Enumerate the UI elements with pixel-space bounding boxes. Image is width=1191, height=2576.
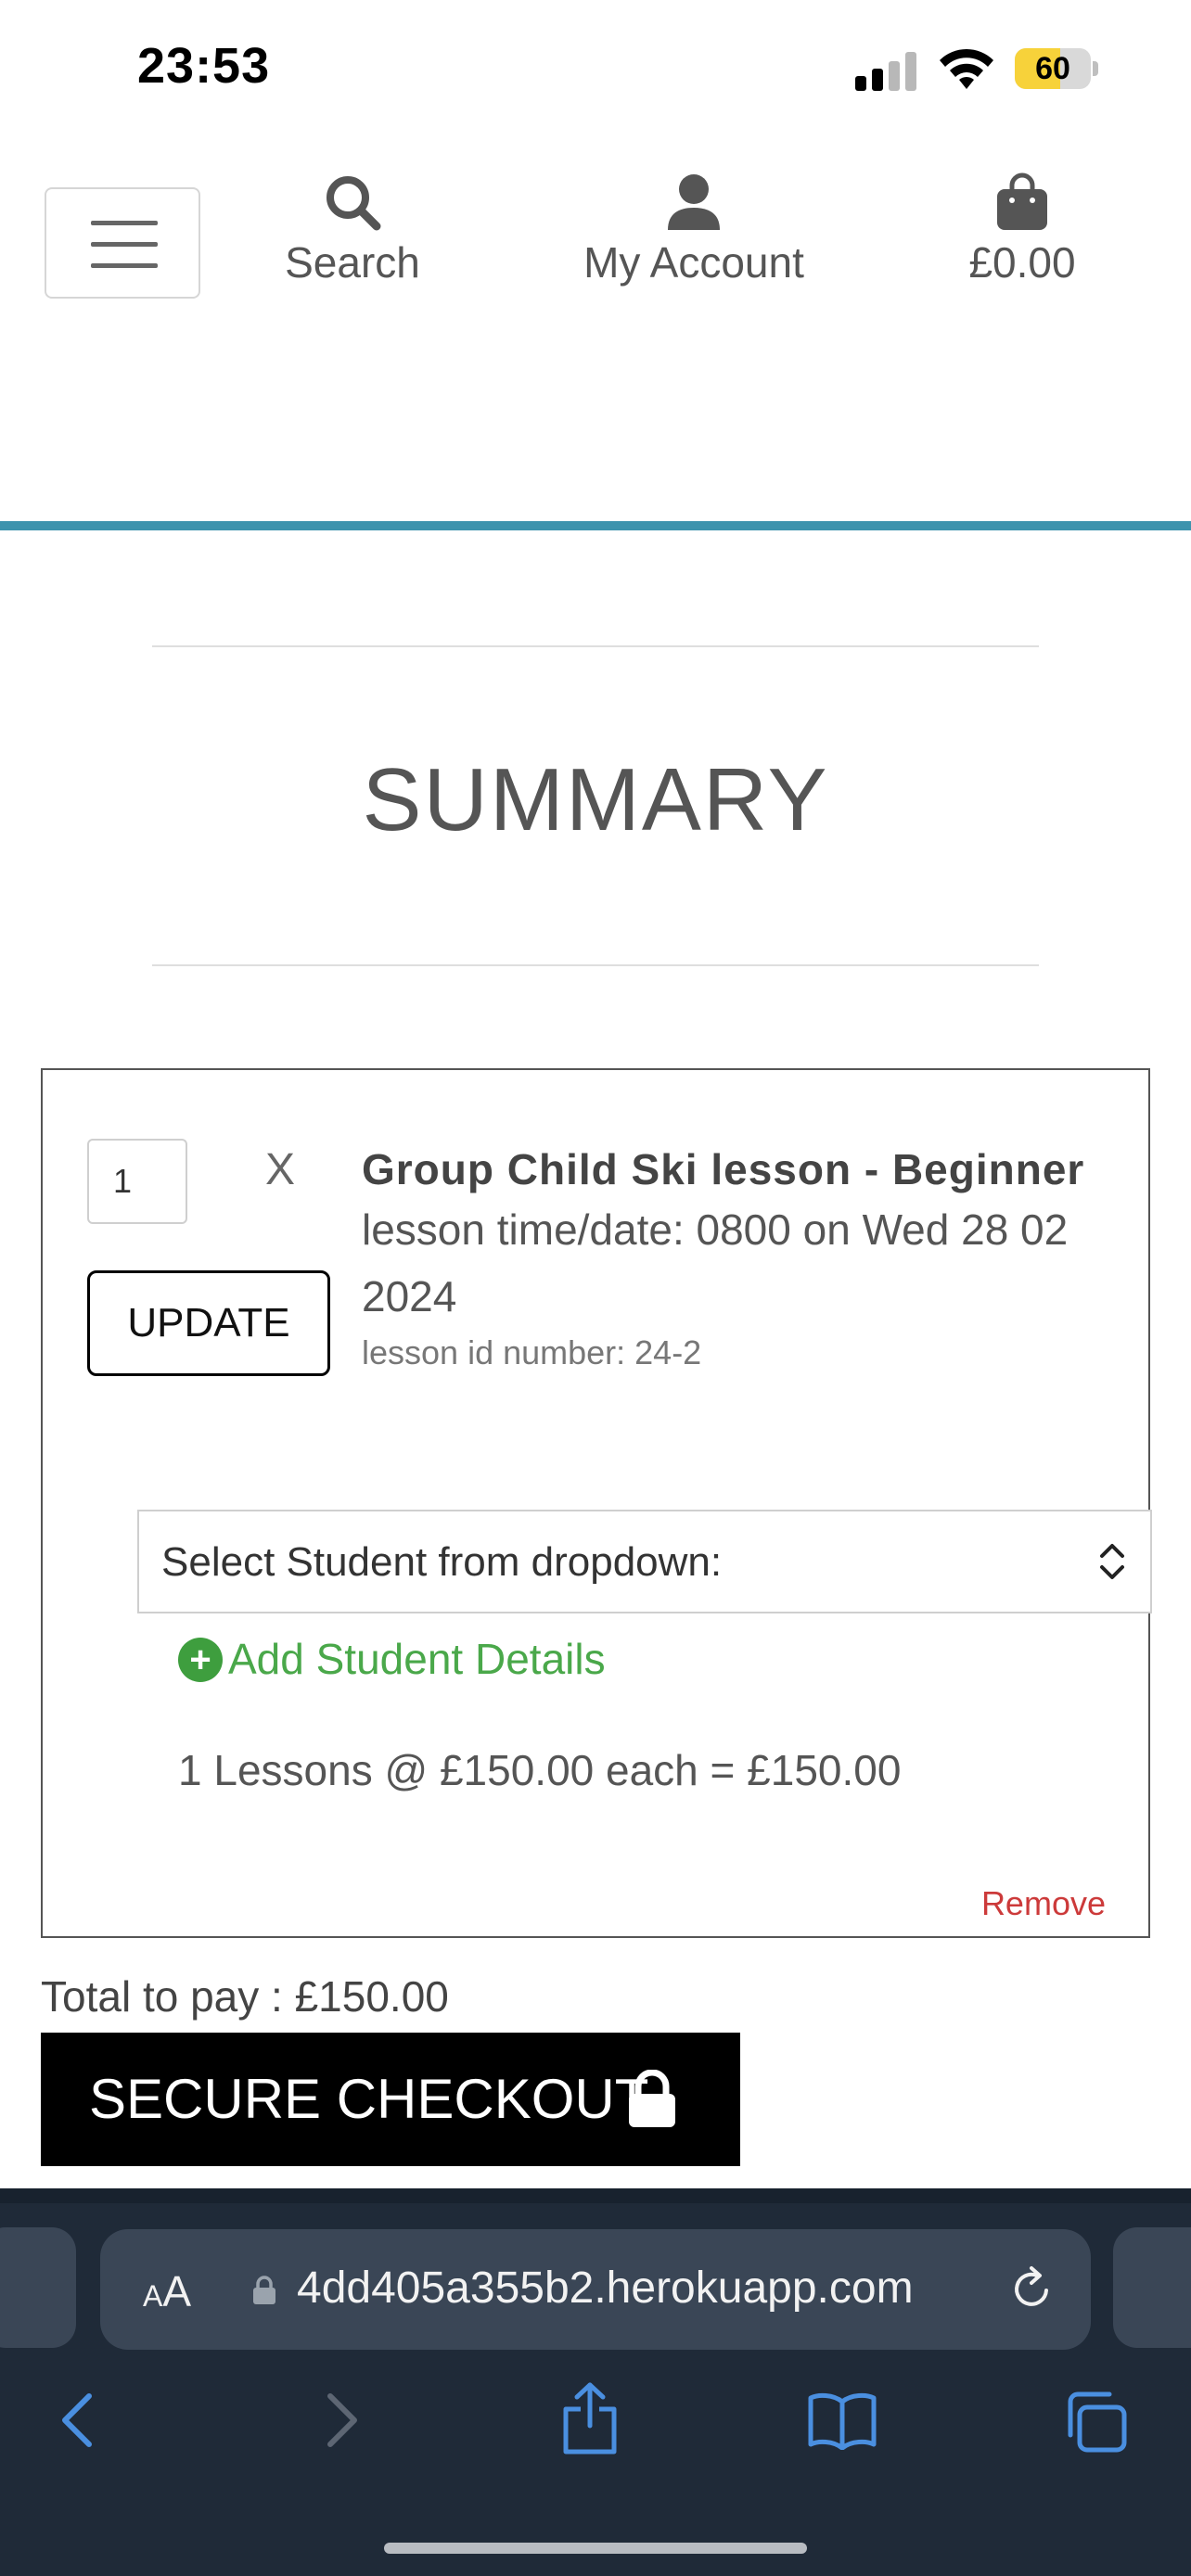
bookmarks-icon[interactable] — [807, 2391, 877, 2450]
url-text: 4dd405a355b2.herokuapp.com — [297, 2264, 914, 2313]
nav-cart-total: £0.00 — [968, 238, 1076, 287]
product-name: Group Child Ski lesson - Beginner — [362, 1145, 1085, 1193]
address-bar[interactable]: AA 4dd405a355b2.herokuapp.com — [100, 2229, 1091, 2350]
total-to-pay: Total to pay : £150.00 — [41, 1972, 449, 2021]
reader-settings-button[interactable]: AA — [143, 2266, 191, 2316]
nav-account-label: My Account — [583, 238, 804, 287]
secure-checkout-button[interactable]: SECURE CHECKOUT — [41, 2033, 740, 2166]
divider — [152, 645, 1039, 647]
shopping-bag-icon — [997, 172, 1047, 230]
cellular-signal-icon — [855, 50, 916, 91]
nav-my-account[interactable]: My Account — [557, 172, 831, 287]
lock-icon — [253, 2276, 275, 2304]
remove-link[interactable]: Remove — [981, 1884, 1106, 1923]
product-details: Group Child Ski lesson - Beginner lesson… — [362, 1144, 1122, 1372]
secure-checkout-label: SECURE CHECKOUT — [89, 2068, 649, 2130]
nav-search-label: Search — [285, 238, 420, 287]
browser-bottom-bar: AA 4dd405a355b2.herokuapp.com — [0, 2188, 1191, 2576]
student-select[interactable]: Select Student from dropdown: — [137, 1510, 1152, 1613]
reload-icon[interactable] — [1005, 2263, 1057, 2315]
add-student-link[interactable]: + Add Student Details — [178, 1634, 606, 1684]
share-icon[interactable] — [558, 2381, 621, 2455]
nav-search[interactable]: Search — [269, 172, 436, 287]
chevron-up-down-icon — [1100, 1544, 1124, 1579]
battery-level: 60 — [1035, 51, 1070, 86]
add-student-label: Add Student Details — [228, 1635, 606, 1683]
back-icon[interactable] — [58, 2391, 98, 2450]
tabs-icon[interactable] — [1063, 2391, 1128, 2454]
home-indicator[interactable] — [384, 2543, 807, 2554]
nav-cart[interactable]: £0.00 — [946, 172, 1098, 287]
next-tab-peek[interactable] — [1113, 2227, 1191, 2348]
lesson-time: lesson time/date: 0800 on Wed 28 02 2024 — [362, 1196, 1122, 1330]
status-bar: 23:53 60 — [0, 0, 1191, 139]
quantity-input[interactable]: 1 — [87, 1139, 187, 1224]
search-icon — [327, 176, 381, 231]
divider — [152, 964, 1039, 966]
user-icon — [668, 174, 720, 230]
lesson-time-line-2: 2024 — [362, 1272, 457, 1320]
menu-toggle-button[interactable] — [45, 187, 200, 299]
forward-icon[interactable] — [321, 2391, 362, 2450]
battery-icon: 60 — [1015, 48, 1098, 89]
plus-circle-icon: + — [178, 1637, 223, 1682]
browser-bar-edge — [0, 2188, 1191, 2203]
lesson-subtotal: 1 Lessons @ £150.00 each = £150.00 — [178, 1746, 902, 1794]
lesson-id: lesson id number: 24-2 — [362, 1333, 702, 1371]
wifi-icon — [940, 48, 993, 89]
times-symbol: X — [265, 1145, 296, 1194]
previous-tab-peek[interactable] — [0, 2227, 76, 2348]
status-time: 23:53 — [137, 38, 271, 94]
cart-item-card: 1 X UPDATE Group Child Ski lesson - Begi… — [41, 1068, 1152, 1938]
student-select-value: Select Student from dropdown: — [161, 1539, 723, 1585]
lesson-time-line-1: lesson time/date: 0800 on Wed 28 02 — [362, 1205, 1069, 1254]
update-button[interactable]: UPDATE — [87, 1270, 330, 1376]
page-title: SUMMARY — [362, 750, 829, 849]
lock-icon — [629, 2070, 675, 2127]
header-accent-line — [0, 521, 1191, 530]
